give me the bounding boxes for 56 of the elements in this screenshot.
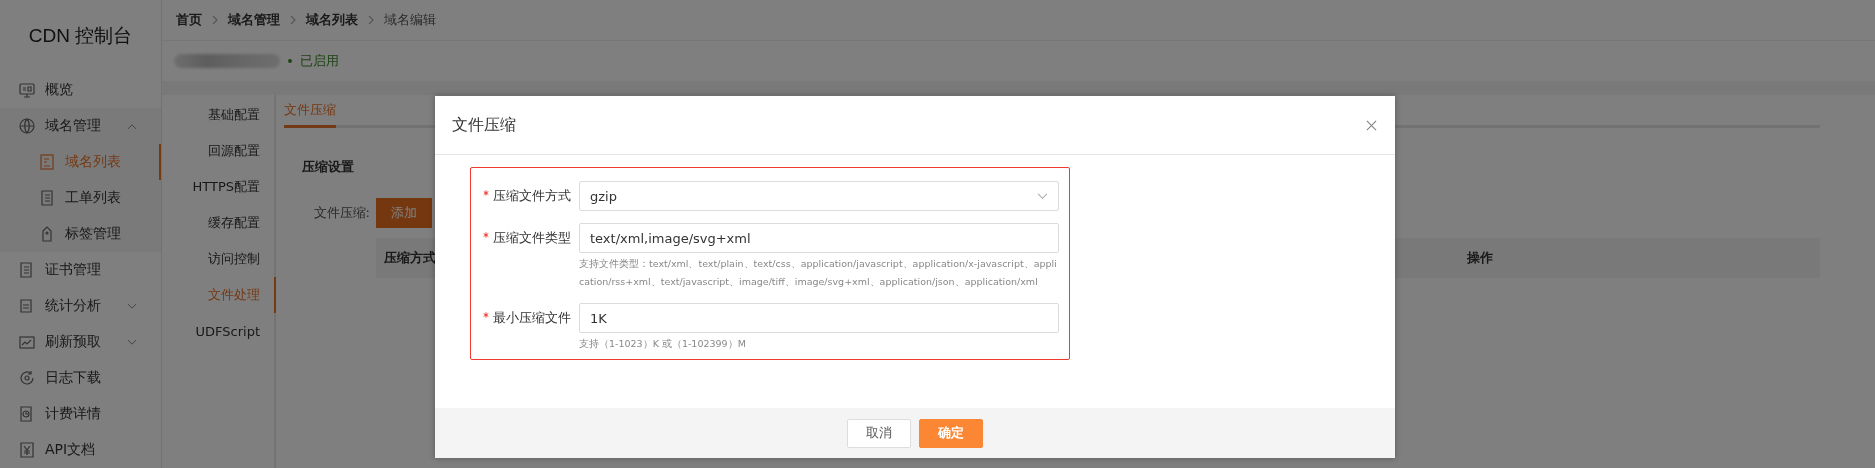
sidebar-item[interactable]: 统计分析 xyxy=(0,288,161,324)
config-nav-item[interactable]: 文件处理 xyxy=(162,277,276,313)
config-nav-item[interactable]: UDFScript xyxy=(162,313,274,349)
form-label: 最小压缩文件 xyxy=(493,310,571,327)
sidebar-item[interactable]: 刷新预取 xyxy=(0,324,161,360)
breadcrumb-link[interactable]: 域名编辑 xyxy=(384,11,436,29)
sidebar-item[interactable]: 日志下载 xyxy=(0,360,161,396)
breadcrumb-link[interactable]: 首页 xyxy=(176,11,202,29)
sidebar-item[interactable]: 证书管理 xyxy=(0,252,161,288)
menu-item-icon xyxy=(18,441,36,459)
breadcrumb-link[interactable]: 域名管理 xyxy=(228,11,280,29)
form-label: 压缩文件方式 xyxy=(493,188,571,205)
menu-item-icon xyxy=(18,333,36,351)
sidebar-item[interactable]: 概览 xyxy=(0,72,161,108)
help-text: 支持（1-1023）K 或（1-102399）M xyxy=(579,337,747,351)
menu-item-icon xyxy=(38,189,56,207)
sidebar-item[interactable]: 工单列表 xyxy=(0,180,161,216)
console-title: CDN 控制台 xyxy=(27,24,134,48)
chevron-right-icon xyxy=(212,15,218,25)
chevron-right-icon xyxy=(290,15,296,25)
confirm-button[interactable]: 确定 xyxy=(919,418,983,448)
tab[interactable]: 文件压缩 xyxy=(284,95,336,128)
menu-item-icon xyxy=(18,81,36,99)
config-nav-item[interactable]: 访问控制 xyxy=(162,241,274,277)
add-button[interactable]: 添加 xyxy=(376,198,432,228)
column-header: 操作 xyxy=(1467,249,1493,267)
sidebar-item[interactable]: 计费详情 xyxy=(0,396,161,432)
menu-item-icon xyxy=(38,153,56,171)
close-icon[interactable] xyxy=(1366,119,1377,131)
status-text: 已启用 xyxy=(300,52,339,70)
chevron-up-icon xyxy=(127,122,137,130)
chevron-right-icon xyxy=(368,15,374,25)
chevron-down-icon xyxy=(127,338,137,346)
select-field[interactable]: gzip xyxy=(579,181,1059,211)
sidebar-item[interactable]: 标签管理 xyxy=(0,216,161,252)
chevron-down-icon xyxy=(1037,192,1048,200)
help-text: 支持文件类型：text/xml、text/plain、text/css、application/javascript、application/x-javascript、application/rss+xml、text/javascript、image/tiff、image/svg+xml、application/json、application/xml xyxy=(579,257,1058,289)
chevron-down-icon xyxy=(127,302,137,310)
column-header: 压缩方式 xyxy=(384,249,436,267)
sidebar-item[interactable]: API文档 xyxy=(0,432,161,468)
config-nav-item[interactable]: HTTPS配置 xyxy=(162,169,274,205)
input-field[interactable]: text/xml,image/svg+xml xyxy=(579,223,1059,253)
sidebar-item[interactable]: 域名管理 xyxy=(0,108,161,144)
menu-item-icon xyxy=(18,369,36,387)
config-nav-item[interactable]: 缓存配置 xyxy=(162,205,274,241)
cancel-button[interactable]: 取消 xyxy=(847,418,911,448)
section-title: 压缩设置 xyxy=(302,158,355,176)
status-dot xyxy=(288,59,292,63)
breadcrumb-link[interactable]: 域名列表 xyxy=(306,11,358,29)
config-nav-item[interactable]: 基础配置 xyxy=(162,97,274,133)
dialog-title: 文件压缩 xyxy=(452,114,516,136)
menu-item-icon xyxy=(18,117,36,135)
input-field[interactable]: 1K xyxy=(579,303,1059,333)
field-label: 文件压缩: xyxy=(312,204,371,222)
config-nav-item[interactable]: 回源配置 xyxy=(162,133,274,169)
form-label: 压缩文件类型 xyxy=(493,230,571,247)
